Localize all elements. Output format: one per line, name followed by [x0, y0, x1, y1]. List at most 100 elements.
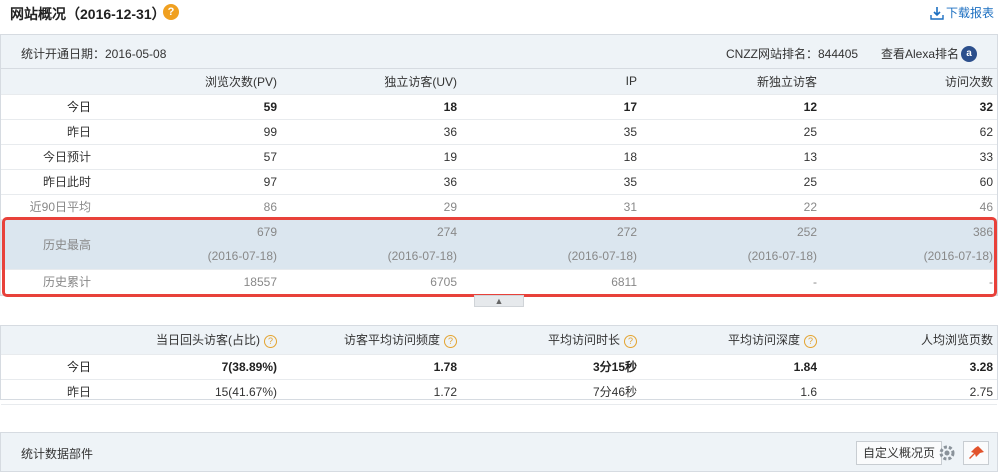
alexa-rank-label: 查看Alexa排名 [881, 47, 960, 61]
table-row: 今日 7(38.89%) 1.78 3分15秒 1.84 3.28 [1, 354, 997, 380]
visits-table: 当日回头访客(占比)? 访客平均访问频度? 平均访问时长? 平均访问深度? 人均… [1, 326, 997, 405]
column-header-label: 平均访问时长 [547, 333, 620, 348]
overview-header: 统计开通日期：2016-05-08 CNZZ网站排名：844405 查看Alex… [1, 35, 997, 69]
table-cell: 6705 [281, 269, 461, 295]
row-label: 昨日此时 [1, 169, 101, 195]
max-date: (2016-07-18) [747, 249, 817, 263]
page-title: 网站概况（2016-12-31） [10, 6, 166, 22]
table-cell: 1.78 [281, 354, 461, 380]
table-cell: 25 [641, 169, 821, 195]
table-row: 今日 59 18 17 12 32 [1, 94, 997, 120]
table-cell: 3分15秒 [461, 354, 641, 380]
alexa-rank-link[interactable]: 查看Alexa排名 a [881, 45, 978, 62]
customize-overview-button[interactable]: 自定义概况页 [856, 441, 943, 465]
column-header: IP [461, 69, 641, 95]
pin-button[interactable] [963, 441, 989, 465]
table-row: 昨日 99 36 35 25 62 [1, 119, 997, 145]
table-cell: 32 [821, 94, 997, 120]
column-header-label: 人均浏览页数 [920, 333, 993, 348]
table-cell: 86 [101, 194, 281, 220]
column-header: 新独立访客 [641, 69, 821, 95]
table-cell: 252 (2016-07-18) [641, 219, 821, 270]
chevron-up-icon: ▲ [494, 296, 504, 306]
pin-icon [969, 446, 984, 459]
table-cell: 7分46秒 [461, 379, 641, 405]
row-label: 昨日 [1, 119, 101, 145]
gear-icon[interactable] [937, 443, 957, 463]
help-icon[interactable]: ? [163, 4, 179, 20]
max-date: (2016-07-18) [387, 249, 457, 263]
table-cell: 12 [641, 94, 821, 120]
table-cell: 46 [821, 194, 997, 220]
table-row: 昨日 15(41.67%) 1.72 7分46秒 1.6 2.75 [1, 379, 997, 405]
column-header: 人均浏览页数 [821, 326, 997, 355]
table-row: 昨日此时 97 36 35 25 60 [1, 169, 997, 195]
row-label: 今日 [1, 354, 101, 380]
max-value: 272 [616, 225, 637, 239]
table-cell: 22 [641, 194, 821, 220]
cnzz-rank: CNZZ网站排名：844405 [726, 47, 859, 61]
history-max-row: 历史最高 679 (2016-07-18) 274 (2016-07-18) 272… [1, 219, 997, 270]
table-cell: 679 (2016-07-18) [101, 219, 281, 270]
column-header: 独立访客(UV) [281, 69, 461, 95]
row-label: 历史最高 [1, 219, 101, 270]
max-value: 274 [436, 225, 457, 239]
table-cell: 35 [461, 119, 641, 145]
max-date: (2016-07-18) [207, 249, 277, 263]
stat-start-date: 统计开通日期：2016-05-08 [21, 47, 167, 61]
table-cell: 274 (2016-07-18) [281, 219, 461, 270]
table-cell: 25 [641, 119, 821, 145]
column-header: 当日回头访客(占比)? [101, 326, 281, 355]
table-cell: 19 [281, 144, 461, 170]
table-cell: 13 [641, 144, 821, 170]
table-row: 近90日平均 86 29 31 22 46 [1, 194, 997, 220]
table-cell: 36 [281, 119, 461, 145]
download-report-link[interactable]: 下载报表 [930, 4, 994, 21]
table-cell: 17 [461, 94, 641, 120]
table-cell: 18 [281, 94, 461, 120]
column-header-label: 访客平均访问频度 [343, 333, 440, 348]
table-cell: 62 [821, 119, 997, 145]
table-cell: 33 [821, 144, 997, 170]
table-cell: 31 [461, 194, 641, 220]
max-value: 679 [256, 225, 277, 239]
visits-panel: 当日回头访客(占比)? 访客平均访问频度? 平均访问时长? 平均访问深度? 人均… [0, 325, 998, 405]
collapse-toggle[interactable]: ▲ [474, 295, 524, 307]
help-icon[interactable]: ? [264, 334, 277, 348]
overview-table: 浏览次数(PV) 独立访客(UV) IP 新独立访客 访问次数 今日 59 18… [1, 69, 997, 295]
table-cell: 1.84 [641, 354, 821, 380]
table-cell: 3.28 [821, 354, 997, 380]
column-header-label: 平均访问深度 [727, 333, 800, 348]
help-icon[interactable]: ? [444, 334, 457, 348]
table-cell: 99 [101, 119, 281, 145]
table-cell: 36 [281, 169, 461, 195]
table-cell: 97 [101, 169, 281, 195]
max-date: (2016-07-18) [567, 249, 637, 263]
row-label: 今日预计 [1, 144, 101, 170]
table-cell: 60 [821, 169, 997, 195]
download-label: 下载报表 [945, 6, 994, 20]
table-cell: 386 (2016-07-18) [821, 219, 997, 270]
table-cell: 1.72 [281, 379, 461, 405]
row-label: 近90日平均 [1, 194, 101, 220]
table-cell: 18 [461, 144, 641, 170]
help-icon[interactable]: ? [624, 334, 637, 348]
table-cell: - [641, 269, 821, 295]
row-label: 昨日 [1, 379, 101, 405]
row-label: 今日 [1, 94, 101, 120]
alexa-icon: a [961, 45, 978, 62]
corner-cell [1, 69, 101, 95]
history-total-row: 历史累计 18557 6705 6811 - - [1, 269, 997, 295]
corner-cell [1, 326, 101, 355]
max-value: 252 [796, 225, 817, 239]
help-icon[interactable]: ? [804, 334, 817, 348]
widgets-title: 统计数据部件 [21, 447, 94, 461]
column-header: 浏览次数(PV) [101, 69, 281, 95]
table-cell: 15(41.67%) [101, 379, 281, 405]
table-cell: 59 [101, 94, 281, 120]
table-row: 今日预计 57 19 18 13 33 [1, 144, 997, 170]
column-header: 平均访问时长? [461, 326, 641, 355]
top-bar: 网站概况（2016-12-31） ? 下载报表 [0, 0, 1000, 26]
overview-header-row: 浏览次数(PV) 独立访客(UV) IP 新独立访客 访问次数 [1, 69, 997, 95]
table-cell: 7(38.89%) [101, 354, 281, 380]
